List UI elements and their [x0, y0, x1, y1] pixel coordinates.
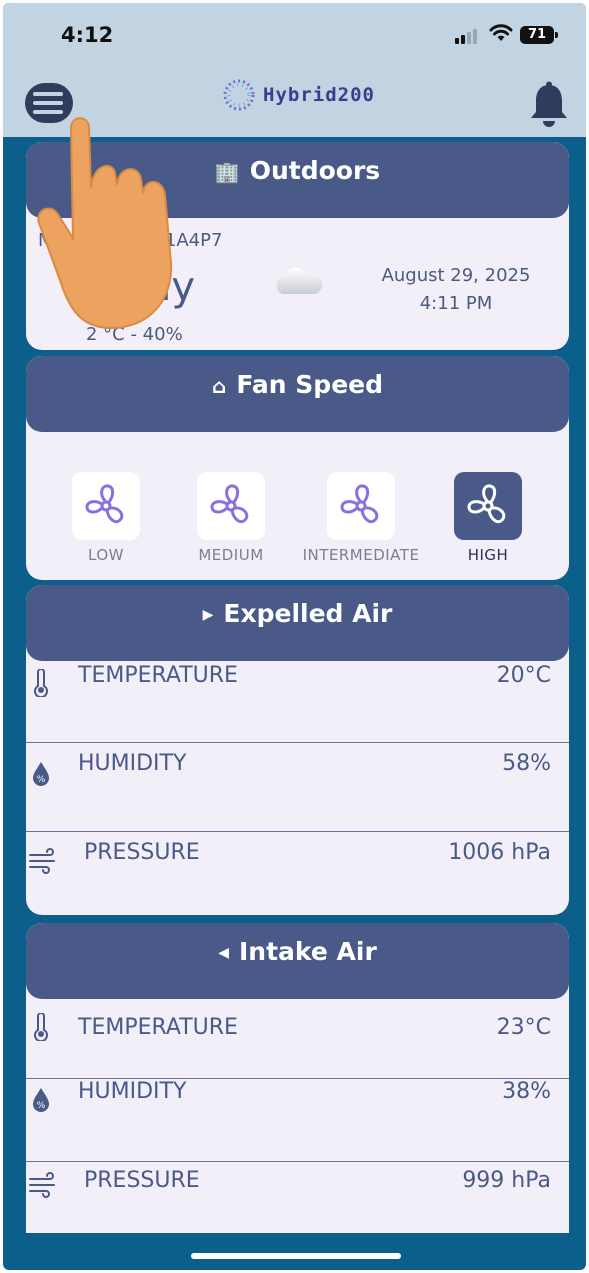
sensor-row-temperature: TEMPERATURE 23°C [26, 999, 569, 1079]
status-time: 4:12 [61, 23, 114, 47]
logo-ring-icon [223, 79, 255, 111]
svg-text:%: % [37, 775, 46, 785]
outdoors-title: Outdoors [249, 156, 381, 185]
sensor-row-temperature: TEMPERATURE 20°C [26, 661, 569, 743]
building-icon: 🏢 [214, 160, 240, 184]
battery-icon: 71 [520, 26, 558, 44]
logo-text: Hybrid200 [263, 84, 375, 106]
wind-icon [29, 848, 55, 874]
fan-icon [454, 472, 522, 540]
tap-hand-icon [37, 117, 173, 330]
fan-speed-title: Fan Speed [236, 370, 384, 399]
caret-left-icon: ◀ [218, 945, 229, 961]
app-logo: Hybrid200 [221, 77, 375, 113]
date-text: August 29, 2025 [381, 265, 531, 286]
fan-icon [327, 472, 395, 540]
wind-icon [29, 1172, 55, 1198]
thermometer-icon [34, 669, 48, 697]
intake-air-header[interactable]: ◀ Intake Air [26, 923, 569, 999]
humidity-drop-icon: % [33, 1088, 49, 1112]
fan-speed-options: LOW MEDIUM INTERMEDIATE HIGH [26, 464, 569, 564]
expelled-air-card: ▶ Expelled Air TEMPERATURE 20°C % HUMIDIT… [26, 585, 569, 915]
fan-option-label: HIGH [467, 546, 509, 564]
fan-option-high[interactable]: HIGH [413, 472, 563, 564]
thermometer-icon [34, 1013, 48, 1041]
sensor-row-pressure: PRESSURE 1006 hPa [26, 832, 569, 912]
home-icon: ⌂ [211, 374, 227, 398]
fan-speed-header: ⌂ Fan Speed [26, 356, 569, 432]
app-screen: 4:12 71 Hybrid200 🏢 Outdoors E1A4P7 dy 2… [3, 3, 586, 1270]
hamburger-icon [33, 92, 63, 96]
bell-icon[interactable] [528, 81, 570, 129]
fan-icon [72, 472, 140, 540]
expelled-air-header[interactable]: ▶ Expelled Air [26, 585, 569, 661]
svg-text:%: % [37, 1101, 46, 1111]
fan-option-medium[interactable]: MEDIUM [156, 472, 306, 564]
fan-option-label: MEDIUM [198, 546, 264, 564]
cloud-icon [276, 268, 323, 294]
sensor-row-pressure: PRESSURE 999 hPa [26, 1162, 569, 1232]
fan-icon [197, 472, 265, 540]
date-time: August 29, 2025 4:11 PM [356, 262, 556, 318]
fan-speed-card: ⌂ Fan Speed LOW MEDIUM INTERMEDIATE HIGH [26, 356, 569, 580]
humidity-drop-icon: % [33, 762, 49, 786]
intake-air-title: Intake Air [239, 937, 377, 966]
home-indicator[interactable] [191, 1253, 401, 1259]
sensor-row-humidity: % HUMIDITY 38% [26, 1079, 569, 1162]
sensor-row-humidity: % HUMIDITY 58% [26, 743, 569, 832]
wifi-icon [489, 24, 513, 41]
expelled-air-title: Expelled Air [223, 599, 393, 628]
time-text: 4:11 PM [419, 293, 493, 314]
cellular-signal-icon [455, 29, 477, 44]
intake-air-card: ◀ Intake Air TEMPERATURE 23°C % HUMIDITY … [26, 923, 569, 1233]
caret-right-icon: ▶ [202, 607, 214, 623]
